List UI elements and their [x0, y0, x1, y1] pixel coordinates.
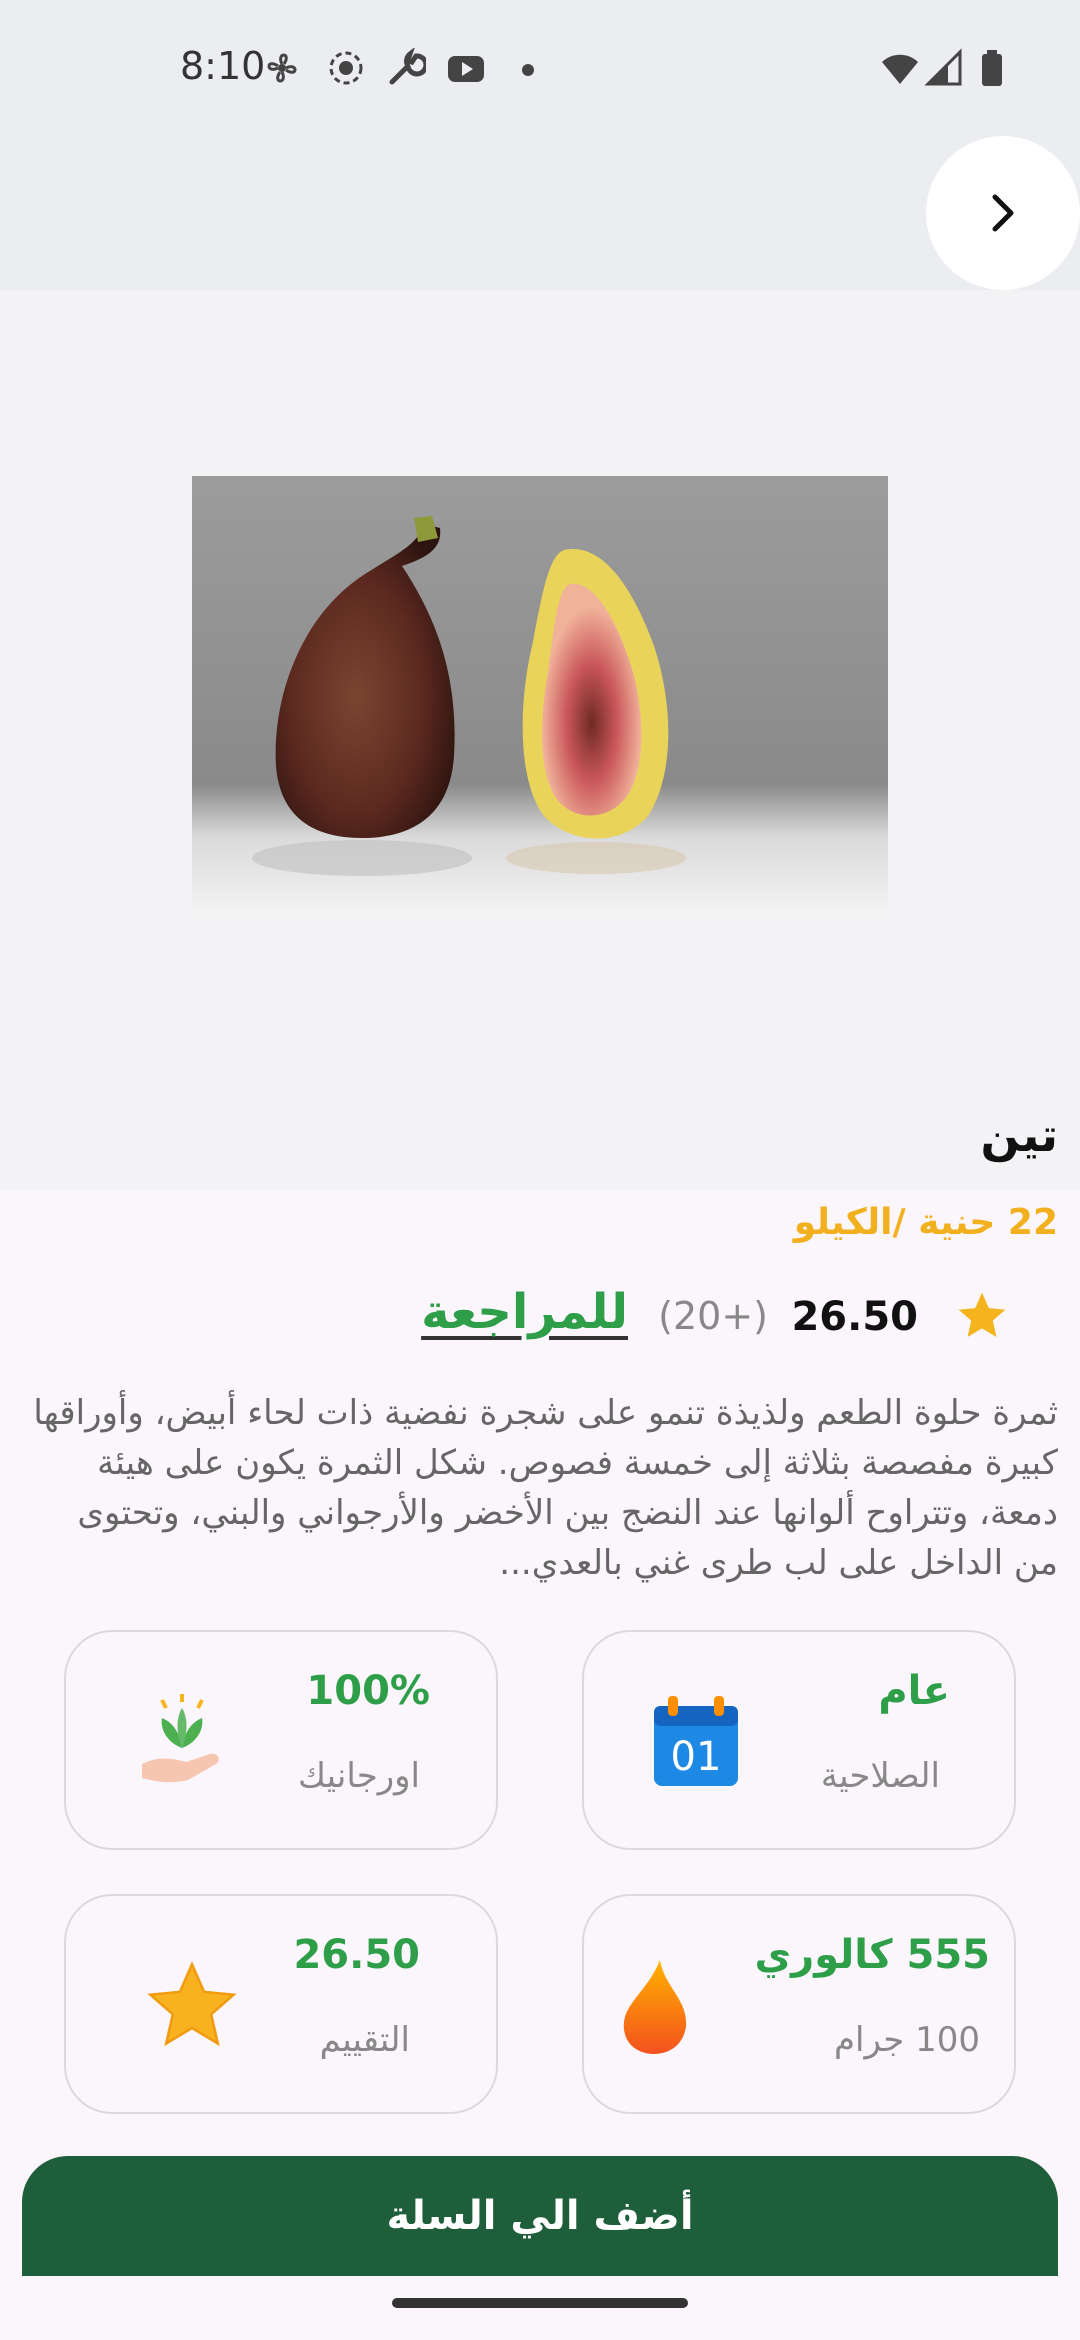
rating-card: 26.50 التقييم	[64, 1894, 498, 2114]
organic-card: 100% اورجانيك	[64, 1630, 498, 1850]
star-icon	[147, 1961, 237, 2047]
reviews-count: (20+)	[658, 1294, 768, 1338]
product-description: ثمرة حلوة الطعم ولذيذة تنمو على شجرة نفض…	[33, 1393, 1058, 1583]
validity-label: الصلاحية	[820, 1756, 940, 1796]
reviews-link[interactable]: للمراجعة	[421, 1284, 628, 1340]
add-to-cart-button[interactable]: أضف الي السلة	[22, 2156, 1058, 2276]
back-button[interactable]	[926, 136, 1080, 290]
product-title: تين	[980, 1108, 1058, 1162]
organic-value: 100%	[306, 1668, 430, 1714]
organic-hand-icon	[142, 1694, 219, 1783]
hero-curve	[0, 990, 1080, 1093]
wrench-icon	[389, 48, 426, 85]
signal-icon	[924, 48, 962, 86]
flame-icon	[623, 1960, 687, 2054]
calories-value: 555 كالوري	[754, 1932, 991, 1978]
chevron-right-icon	[992, 194, 1014, 232]
youtube-icon	[448, 56, 484, 82]
price-per-kilo: 22 حنية /الكيلو	[793, 1202, 1058, 1243]
calendar-icon: 01	[654, 1696, 738, 1786]
calories-label: 100 جرام	[834, 2020, 980, 2060]
validity-value: عام	[878, 1668, 950, 1714]
validity-card: عام الصلاحية 01	[582, 1630, 1016, 1850]
battery-icon	[982, 50, 1002, 86]
rating-value: 26.50	[791, 1294, 918, 1340]
rating-card-label: التقييم	[319, 2020, 410, 2060]
record-icon	[329, 51, 363, 85]
svg-text:01: 01	[671, 1734, 722, 1780]
product-image	[192, 476, 888, 916]
fan-icon	[267, 53, 297, 83]
rating-row: 26.50 (20+) للمراجعة	[22, 1284, 1058, 1364]
organic-label: اورجانيك	[297, 1756, 420, 1796]
header	[0, 140, 1080, 290]
home-indicator[interactable]	[392, 2298, 688, 2308]
calories-card: 555 كالوري 100 جرام	[582, 1894, 1016, 2114]
dot-icon	[522, 64, 534, 76]
wifi-icon	[882, 54, 918, 84]
rating-card-value: 26.50	[293, 1932, 420, 1978]
status-bar: 8:10	[0, 0, 1080, 140]
star-icon	[958, 1292, 1006, 1337]
status-time: 8:10	[180, 44, 266, 88]
